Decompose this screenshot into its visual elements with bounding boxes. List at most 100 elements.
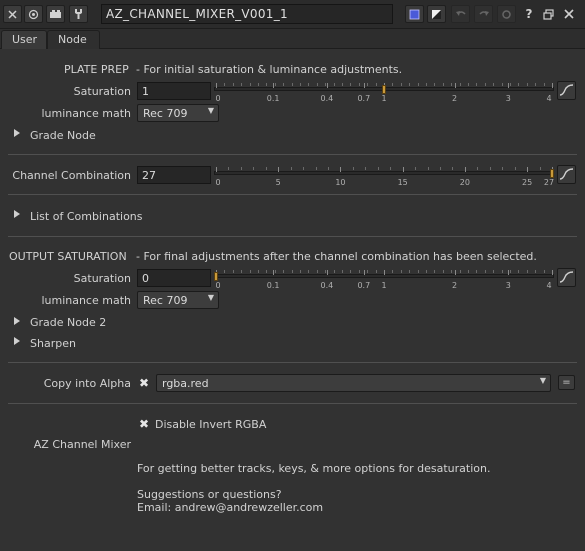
channel-combination-input[interactable]: 27 bbox=[137, 166, 211, 184]
alpha-channel-dropdown[interactable]: rgba.red ▼ bbox=[156, 374, 551, 392]
slider-tick bbox=[342, 270, 343, 273]
slider-handle[interactable] bbox=[214, 272, 218, 281]
slider-major-tick bbox=[326, 270, 328, 275]
disable-invert-label[interactable]: Disable Invert RGBA bbox=[155, 418, 266, 431]
disable-invert-checkbox[interactable]: ✖ bbox=[138, 418, 150, 430]
divider bbox=[8, 154, 577, 155]
slider-tick bbox=[489, 167, 491, 170]
mix-color-button[interactable] bbox=[427, 5, 446, 23]
channel-link-button[interactable]: = bbox=[558, 375, 575, 390]
wrench-icon bbox=[75, 9, 82, 19]
slider-tick bbox=[518, 83, 520, 86]
expand-triangle-icon[interactable] bbox=[14, 210, 20, 218]
expand-triangle-icon[interactable] bbox=[14, 129, 20, 137]
sharpen-group[interactable]: Sharpen bbox=[30, 337, 76, 350]
slider-handle[interactable] bbox=[550, 169, 554, 178]
slider-tick bbox=[249, 270, 251, 273]
center-node-button[interactable] bbox=[24, 5, 43, 23]
expand-triangle-icon[interactable] bbox=[14, 317, 20, 325]
slider-tick bbox=[266, 270, 268, 273]
node-name-field[interactable]: AZ_CHANNEL_MIXER_V001_1 bbox=[101, 4, 393, 24]
luminance-math-dropdown[interactable]: Rec 709 ▼ bbox=[137, 104, 219, 122]
slider-tick bbox=[400, 83, 402, 86]
tab-bar: User Node bbox=[0, 29, 585, 49]
slider-tick bbox=[493, 270, 495, 273]
slider-tick bbox=[440, 167, 441, 170]
slider-major-tick bbox=[508, 270, 510, 275]
luminance-math-value: Rec 709 bbox=[143, 107, 188, 120]
revert-icon bbox=[502, 9, 511, 19]
tab-user[interactable]: User bbox=[1, 30, 47, 49]
slider-tick bbox=[367, 270, 369, 273]
slider-handle[interactable] bbox=[382, 85, 386, 94]
slider-tick bbox=[291, 83, 293, 86]
saturation-slider[interactable]: 0 0.1 0.4 0.7 1 2 3 4 bbox=[214, 82, 554, 103]
viewer-input-button[interactable] bbox=[405, 5, 424, 23]
slider-tick bbox=[459, 270, 461, 273]
slider-major-tick bbox=[326, 83, 328, 88]
edit-knobs-button[interactable] bbox=[69, 5, 88, 23]
output-saturation-input[interactable]: 0 bbox=[137, 269, 211, 287]
slider-tick-label: 15 bbox=[397, 178, 408, 187]
slider-tick-label: 3 bbox=[505, 94, 511, 103]
animation-curve-button[interactable] bbox=[557, 268, 576, 287]
slider-tick-label: 0 bbox=[215, 178, 221, 187]
half-swatch-icon bbox=[432, 9, 441, 19]
slider-tick bbox=[468, 83, 469, 86]
output-saturation-description: - For final adjustments after the channe… bbox=[136, 250, 537, 263]
animation-curve-button[interactable] bbox=[557, 165, 576, 184]
slider-tick bbox=[291, 270, 293, 273]
slider-major-tick bbox=[454, 270, 456, 275]
float-panel-button[interactable] bbox=[541, 7, 555, 21]
slider-tick bbox=[365, 167, 367, 170]
saturation-input[interactable]: 1 bbox=[137, 82, 211, 100]
undo-button[interactable] bbox=[451, 5, 470, 23]
slider-tick bbox=[316, 270, 318, 273]
divider bbox=[8, 194, 577, 195]
slider-tick-label: 20 bbox=[459, 178, 470, 187]
close-window-button[interactable] bbox=[562, 7, 576, 21]
slider-tick bbox=[409, 270, 411, 273]
slider-tick-label: 0.4 bbox=[320, 281, 334, 290]
output-saturation-slider[interactable]: 0 0.1 0.4 0.7 1 2 3 4 bbox=[214, 269, 554, 290]
channel-combination-slider[interactable]: 0 5 10 15 20 25 27 bbox=[214, 166, 555, 187]
slider-tick bbox=[265, 167, 267, 170]
close-icon bbox=[564, 9, 574, 19]
tab-node[interactable]: Node bbox=[47, 30, 100, 49]
help-button[interactable]: ? bbox=[522, 7, 536, 21]
slider-major-tick bbox=[216, 167, 217, 172]
slider-tick bbox=[417, 83, 419, 86]
slider-tick bbox=[253, 167, 255, 170]
slider-major-tick bbox=[363, 270, 365, 275]
slider-tick-label: 2 bbox=[452, 281, 458, 290]
close-panel-button[interactable] bbox=[3, 5, 22, 23]
chevron-down-icon: ▼ bbox=[207, 106, 214, 115]
slider-tick-label: 27 bbox=[543, 178, 555, 187]
slider-tick bbox=[451, 83, 453, 86]
redo-button[interactable] bbox=[474, 5, 493, 23]
copy-into-alpha-checkbox[interactable]: ✖ bbox=[138, 377, 150, 389]
revert-button[interactable] bbox=[497, 5, 516, 23]
slider-tick bbox=[476, 270, 478, 273]
list-of-combinations-group[interactable]: List of Combinations bbox=[30, 210, 143, 223]
slider-tick bbox=[375, 83, 377, 86]
expand-triangle-icon[interactable] bbox=[14, 337, 20, 345]
slider-tick bbox=[459, 83, 461, 86]
slider-tick bbox=[392, 83, 394, 86]
grade-node-group[interactable]: Grade Node bbox=[30, 129, 96, 142]
slider-tick-label: 0.4 bbox=[320, 94, 334, 103]
output-luminance-math-dropdown[interactable]: Rec 709 ▼ bbox=[137, 291, 219, 309]
grade-node-2-group[interactable]: Grade Node 2 bbox=[30, 316, 106, 329]
slider-tick-label: 0 bbox=[215, 281, 221, 290]
slider-tick-label: 25 bbox=[522, 178, 533, 187]
animation-curve-button[interactable] bbox=[557, 81, 576, 100]
node-graph-button[interactable] bbox=[46, 5, 65, 23]
slider-tick-label: 0.1 bbox=[266, 94, 280, 103]
slider-tick bbox=[377, 167, 379, 170]
curve-icon bbox=[559, 271, 574, 283]
luminance-math-label: luminance math bbox=[41, 294, 131, 307]
slider-tick bbox=[300, 270, 301, 273]
slider-tick bbox=[342, 83, 343, 86]
slider-tick bbox=[224, 83, 226, 86]
slider-tick bbox=[352, 167, 354, 170]
